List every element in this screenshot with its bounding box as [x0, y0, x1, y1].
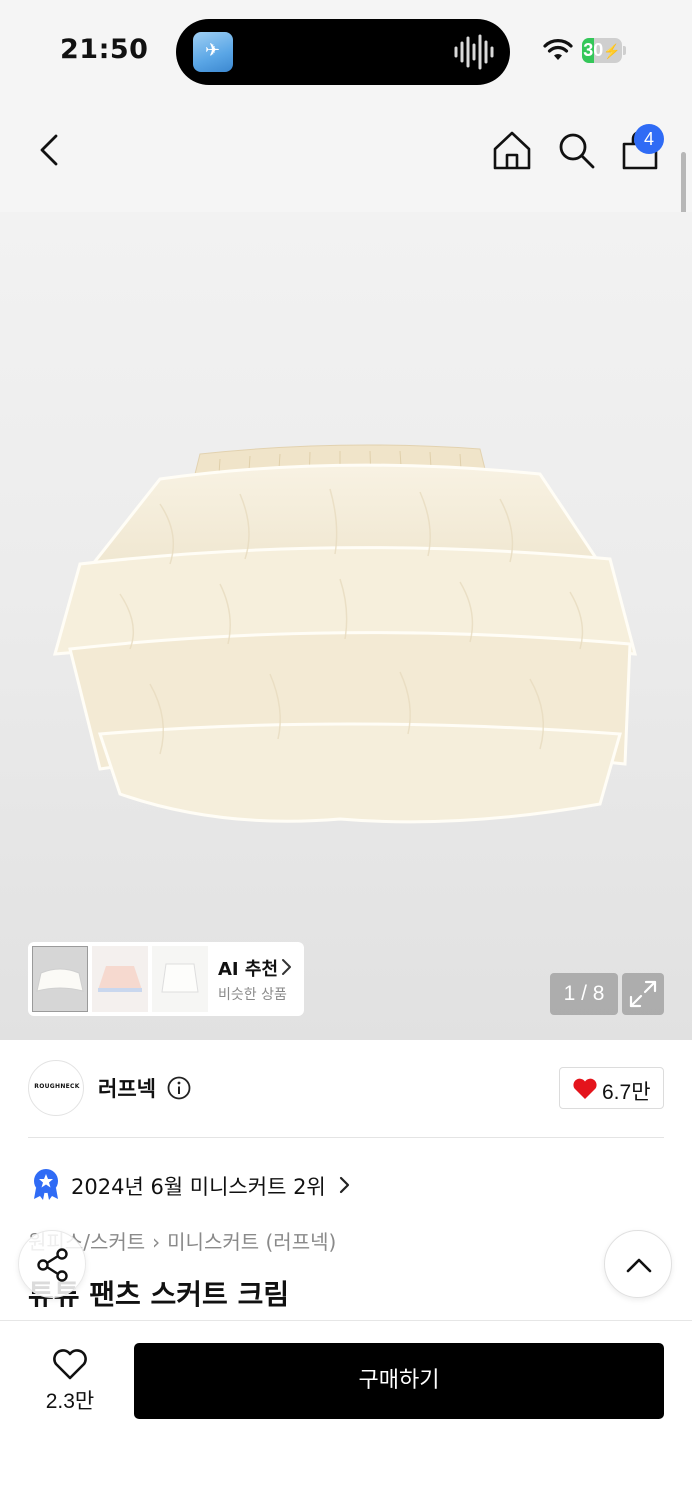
- expand-icon: [629, 980, 657, 1008]
- product-image-gallery[interactable]: AI 추천 비슷한 상품 1 / 8: [0, 212, 692, 1040]
- heart-outline-icon: [53, 1349, 87, 1380]
- heart-filled-icon: [573, 1078, 597, 1099]
- chevron-right-icon: [282, 959, 291, 975]
- share-button[interactable]: [18, 1230, 86, 1298]
- expand-image-button[interactable]: [622, 973, 664, 1015]
- ai-recommend-subtitle: 비슷한 상품: [218, 987, 287, 1003]
- ai-thumbnail-1[interactable]: [32, 946, 88, 1012]
- share-icon: [37, 1248, 68, 1282]
- audio-waveform-icon: [454, 34, 494, 70]
- brand-logo-text: ROUGHNECK: [34, 1083, 80, 1090]
- ranking-text[interactable]: 2024년 6월 미니스커트 2위: [71, 1171, 326, 1201]
- cart-count-badge: 4: [634, 124, 664, 154]
- wishlist-count: 2.3만: [45, 1390, 95, 1413]
- home-button[interactable]: [492, 130, 532, 170]
- top-navigation: 4: [0, 104, 692, 212]
- info-icon[interactable]: [167, 1076, 191, 1100]
- status-time: 21:50: [60, 34, 149, 65]
- dynamic-island[interactable]: ✈: [176, 19, 510, 85]
- image-page-counter: 1 / 8: [550, 973, 618, 1015]
- chevron-right-icon: [339, 1176, 350, 1194]
- charging-bolt-icon: ⚡: [603, 43, 621, 59]
- breadcrumb-separator-icon: ›: [152, 1230, 161, 1254]
- buy-button[interactable]: 구매하기: [134, 1343, 664, 1419]
- scroll-to-top-button[interactable]: [604, 1230, 672, 1298]
- bottom-purchase-bar: 2.3만 구매하기: [0, 1320, 692, 1500]
- wishlist-button[interactable]: 2.3만: [36, 1349, 104, 1419]
- back-button[interactable]: [30, 130, 70, 170]
- ranking-badge-icon: [34, 1169, 58, 1200]
- status-bar: 21:50 ✈ 30⚡: [0, 0, 692, 104]
- ai-thumbnail-2[interactable]: [92, 946, 148, 1012]
- ai-recommendation-card[interactable]: AI 추천 비슷한 상품: [28, 942, 304, 1016]
- brand-like-count: 6.7만: [602, 1081, 651, 1104]
- divider: [28, 1137, 664, 1138]
- now-playing-artwork: ✈: [193, 32, 233, 72]
- wifi-icon: [543, 39, 573, 60]
- product-photo: [52, 444, 637, 824]
- brand-name[interactable]: 러프넥: [98, 1073, 156, 1103]
- breadcrumb-item[interactable]: 미니스커트 (러프넥): [167, 1230, 336, 1254]
- brand-like-button[interactable]: 6.7만: [559, 1067, 664, 1109]
- battery-percent: 30: [583, 40, 604, 60]
- search-button[interactable]: [556, 130, 596, 170]
- ai-thumbnail-3[interactable]: [152, 946, 208, 1012]
- brand-logo[interactable]: ROUGHNECK: [28, 1060, 84, 1116]
- chevron-up-icon: [626, 1258, 652, 1273]
- ai-recommend-title: AI 추천: [218, 959, 279, 980]
- battery-indicator: 30⚡: [582, 38, 626, 63]
